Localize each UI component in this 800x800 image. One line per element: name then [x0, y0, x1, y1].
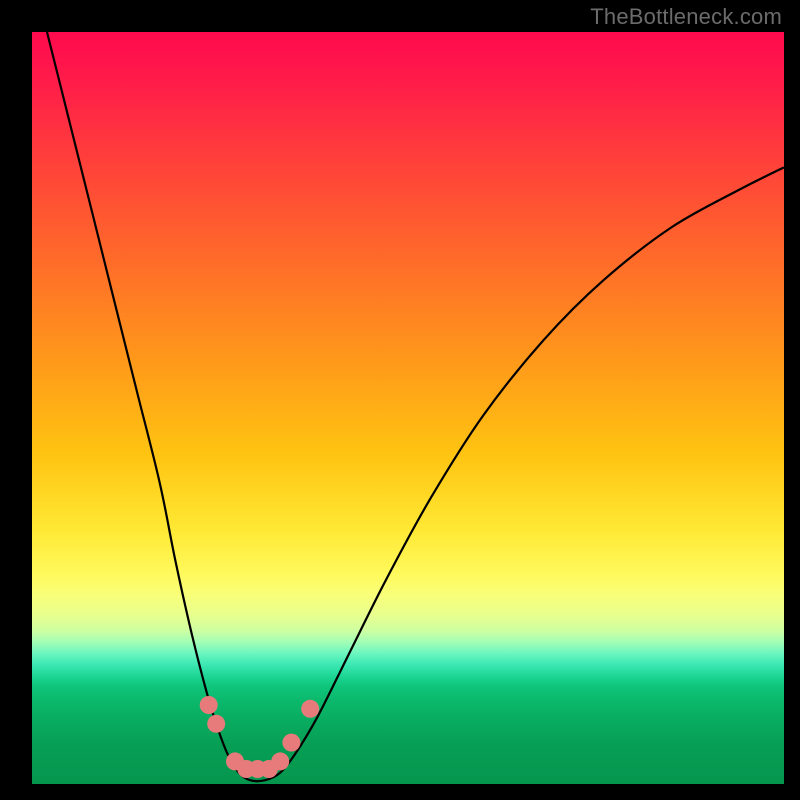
curve-marker	[282, 734, 300, 752]
bottleneck-curve	[47, 32, 784, 781]
chart-frame: TheBottleneck.com	[0, 0, 800, 800]
curve-markers	[200, 696, 320, 778]
plot-area	[32, 32, 784, 784]
curve-layer	[32, 32, 784, 784]
curve-marker	[301, 700, 319, 718]
watermark-text: TheBottleneck.com	[590, 4, 782, 30]
curve-marker	[271, 752, 289, 770]
curve-marker	[207, 715, 225, 733]
curve-marker	[200, 696, 218, 714]
